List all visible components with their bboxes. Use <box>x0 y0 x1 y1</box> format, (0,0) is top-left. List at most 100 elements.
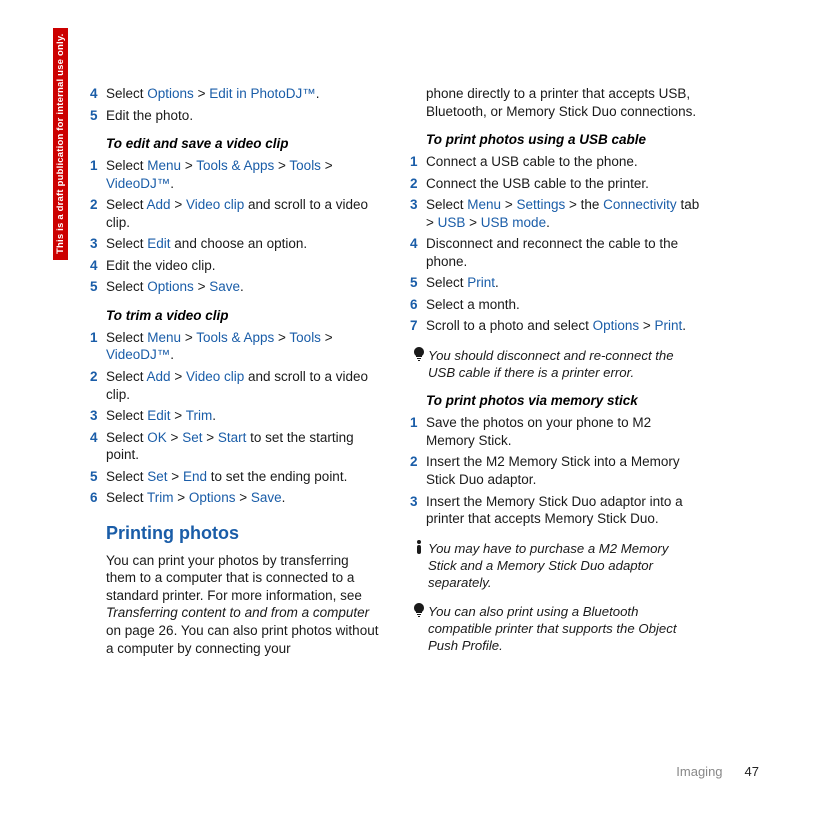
step-number: 2 <box>410 175 426 193</box>
ui-path-link: Trim <box>186 408 213 423</box>
step-number: 2 <box>90 196 106 214</box>
ui-path-link: Tools <box>289 330 321 345</box>
step-item: 2Connect the USB cable to the printer. <box>410 175 700 193</box>
step-item: 1Connect a USB cable to the phone. <box>410 153 700 171</box>
ui-path-link: OK <box>147 430 167 445</box>
printing-photos-title: Printing photos <box>106 523 380 544</box>
step-text: Edit the photo. <box>106 107 380 125</box>
ui-path-link: Set <box>182 430 202 445</box>
ui-path-link: Print <box>655 318 683 333</box>
ui-path-link: Print <box>467 275 495 290</box>
ui-path-link: Video clip <box>186 369 244 384</box>
step-item: 3Select Menu > Settings > the Connectivi… <box>410 196 700 231</box>
step-item: 1Select Menu > Tools & Apps > Tools > Vi… <box>90 329 380 364</box>
step-text: Select Set > End to set the ending point… <box>106 468 380 486</box>
step-item: 4Disconnect and reconnect the cable to t… <box>410 235 700 270</box>
ui-path-link: Tools & Apps <box>196 330 274 345</box>
step-text: Select Options > Edit in PhotoDJ™. <box>106 85 380 103</box>
footer-section-name: Imaging <box>676 764 722 779</box>
step-number: 3 <box>410 196 426 214</box>
ui-path-link: Set <box>147 469 167 484</box>
step-number: 1 <box>90 329 106 347</box>
step-item: 2Select Add > Video clip and scroll to a… <box>90 196 380 231</box>
step-item: 3Select Edit > Trim. <box>90 407 380 425</box>
ui-path-link: Save <box>209 279 240 294</box>
step-text: Select Edit and choose an option. <box>106 235 380 253</box>
ui-path-link: Edit <box>147 236 170 251</box>
sidebar-draft-label: This is a draft publication for internal… <box>53 28 68 260</box>
ui-path-link: Video clip <box>186 197 244 212</box>
tip-usb-reconnect: You should disconnect and re-connect the… <box>410 347 700 381</box>
memory-stick-steps: 1Save the photos on your phone to M2 Mem… <box>410 414 700 527</box>
usb-print-heading: To print photos using a USB cable <box>426 132 700 147</box>
ui-path-link: Options <box>147 279 194 294</box>
step-text: Select Trim > Options > Save. <box>106 489 380 507</box>
step-item: 1Select Menu > Tools & Apps > Tools > Vi… <box>90 157 380 192</box>
step-item: 3Insert the Memory Stick Duo adaptor int… <box>410 493 700 528</box>
memory-stick-heading: To print photos via memory stick <box>426 393 700 408</box>
step-number: 5 <box>90 278 106 296</box>
ui-path-link: Edit <box>147 408 170 423</box>
ui-path-link: Options <box>147 86 194 101</box>
step-text: Select a month. <box>426 296 700 314</box>
step-item: 3Select Edit and choose an option. <box>90 235 380 253</box>
step-number: 2 <box>90 368 106 386</box>
ui-path-link: Menu <box>147 158 181 173</box>
step-number: 6 <box>410 296 426 314</box>
trim-heading: To trim a video clip <box>106 308 380 323</box>
ui-path-link: Add <box>147 369 171 384</box>
ui-path-link: Options <box>593 318 640 333</box>
step-number: 3 <box>410 493 426 511</box>
step-item: 4Select Options > Edit in PhotoDJ™. <box>90 85 380 103</box>
step-text: Select Menu > Tools & Apps > Tools > Vid… <box>106 329 380 364</box>
step-item: 5Select Set > End to set the ending poin… <box>90 468 380 486</box>
step-text: Select Menu > Settings > the Connectivit… <box>426 196 700 231</box>
ui-path-link: Edit in PhotoDJ™ <box>209 86 316 101</box>
step-item: 4Select OK > Set > Start to set the star… <box>90 429 380 464</box>
step-number: 4 <box>90 257 106 275</box>
ui-path-link: Add <box>147 197 171 212</box>
step-text: Insert the M2 Memory Stick into a Memory… <box>426 453 700 488</box>
step-text: Save the photos on your phone to M2 Memo… <box>426 414 700 449</box>
step-text: Select Print. <box>426 274 700 292</box>
step-item: 2Select Add > Video clip and scroll to a… <box>90 368 380 403</box>
tip-purchase-memory: You may have to purchase a M2 Memory Sti… <box>410 540 700 591</box>
ui-path-link: Start <box>218 430 247 445</box>
step-item: 6Select Trim > Options > Save. <box>90 489 380 507</box>
step-text: Edit the video clip. <box>106 257 380 275</box>
step-number: 5 <box>90 107 106 125</box>
ui-path-link: VideoDJ™ <box>106 176 170 191</box>
step-text: Scroll to a photo and select Options > P… <box>426 317 700 335</box>
step-number: 1 <box>410 153 426 171</box>
step-item: 5Select Print. <box>410 274 700 292</box>
step-number: 2 <box>410 453 426 471</box>
step-number: 4 <box>90 85 106 103</box>
step-text: Select Options > Save. <box>106 278 380 296</box>
step-number: 1 <box>90 157 106 175</box>
step-item: 4Edit the video clip. <box>90 257 380 275</box>
step-item: 1Save the photos on your phone to M2 Mem… <box>410 414 700 449</box>
ui-path-link: Save <box>251 490 282 505</box>
edit-save-heading: To edit and save a video clip <box>106 136 380 151</box>
step-text: Select Menu > Tools & Apps > Tools > Vid… <box>106 157 380 192</box>
lightbulb-icon <box>410 347 428 365</box>
step-item: 5Edit the photo. <box>90 107 380 125</box>
step-number: 4 <box>90 429 106 447</box>
step-number: 5 <box>90 468 106 486</box>
step-number: 3 <box>90 235 106 253</box>
ui-path-link: USB <box>438 215 466 230</box>
page-content: 4Select Options > Edit in PhotoDJ™.5Edit… <box>0 0 839 697</box>
step-text: Connect a USB cable to the phone. <box>426 153 700 171</box>
step-number: 1 <box>410 414 426 432</box>
ui-path-link: Menu <box>147 330 181 345</box>
edit-save-steps: 1Select Menu > Tools & Apps > Tools > Vi… <box>90 157 380 296</box>
step-text: Insert the Memory Stick Duo adaptor into… <box>426 493 700 528</box>
step-number: 4 <box>410 235 426 253</box>
step-number: 7 <box>410 317 426 335</box>
tip-bluetooth-print: You can also print using a Bluetooth com… <box>410 603 700 654</box>
step-text: Select Edit > Trim. <box>106 407 380 425</box>
right-column: phone directly to a printer that accepts… <box>410 85 700 657</box>
top-steps: 4Select Options > Edit in PhotoDJ™.5Edit… <box>90 85 380 124</box>
step-text: Select OK > Set > Start to set the start… <box>106 429 380 464</box>
ui-path-link: Connectivity <box>603 197 677 212</box>
